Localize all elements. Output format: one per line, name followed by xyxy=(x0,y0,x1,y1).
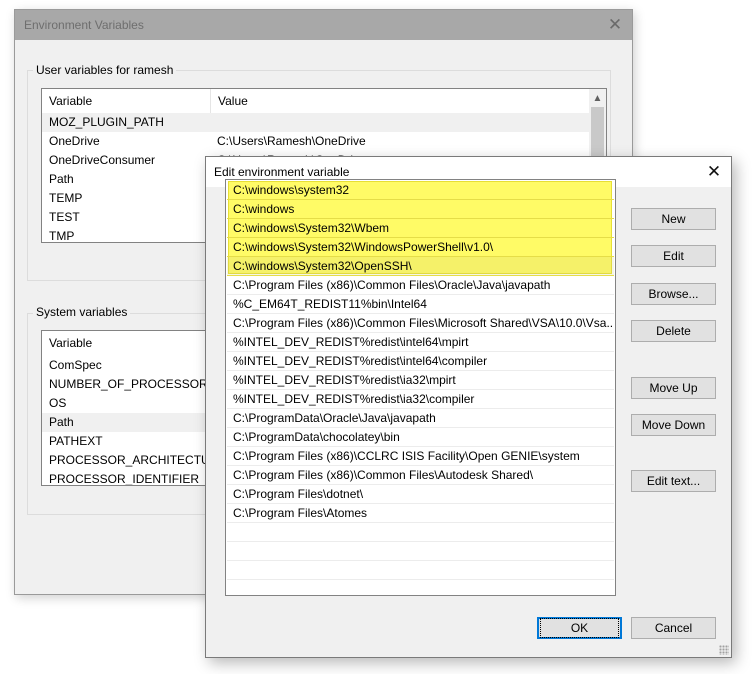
path-entry[interactable]: %INTEL_DEV_REDIST%redist\intel64\compile… xyxy=(227,352,614,371)
edit-environment-variable-dialog: Edit environment variable ✕ C:\windows\s… xyxy=(205,156,732,658)
path-entry[interactable]: C:\windows\System32\WindowsPowerShell\v1… xyxy=(227,238,614,257)
variable-name: NUMBER_OF_PROCESSORS xyxy=(49,377,216,391)
column-variable[interactable]: Variable xyxy=(42,331,209,356)
variable-name: PROCESSOR_IDENTIFIER xyxy=(49,472,200,486)
edit-text-button[interactable]: Edit text... xyxy=(631,470,716,492)
close-icon[interactable]: ✕ xyxy=(705,163,723,181)
path-entry[interactable]: C:\Program Files (x86)\Common Files\Auto… xyxy=(227,466,614,485)
path-entry[interactable]: C:\Program Files\Atomes xyxy=(227,504,614,523)
path-entry[interactable]: C:\windows\System32\Wbem xyxy=(227,219,614,238)
path-entry[interactable]: %INTEL_DEV_REDIST%redist\intel64\mpirt xyxy=(227,333,614,352)
variable-name: TMP xyxy=(49,229,75,243)
system-variables-label: System variables xyxy=(33,305,131,319)
list-header: Variable Value xyxy=(42,89,606,113)
path-entry[interactable]: C:\Program Files (x86)\CCLRC ISIS Facili… xyxy=(227,447,614,466)
title-bar: Environment Variables ✕ xyxy=(15,10,632,40)
column-variable[interactable]: Variable xyxy=(42,89,209,113)
move-down-button[interactable]: Move Down xyxy=(631,414,716,436)
column-value[interactable]: Value xyxy=(210,89,598,113)
variable-name: Path xyxy=(49,172,74,186)
variable-name: PROCESSOR_ARCHITECTURE xyxy=(49,453,227,467)
path-entry[interactable]: C:\windows xyxy=(227,200,614,219)
path-entry[interactable]: C:\Program Files\dotnet\ xyxy=(227,485,614,504)
variable-name: TEST xyxy=(49,210,80,224)
window-title: Environment Variables xyxy=(24,18,144,32)
path-entry[interactable] xyxy=(227,523,614,542)
list-item[interactable]: OneDrive C:\Users\Ramesh\OneDrive xyxy=(42,132,606,151)
path-entry[interactable]: C:\Program Files (x86)\Common Files\Orac… xyxy=(227,276,614,295)
list-item[interactable]: MOZ_PLUGIN_PATH xyxy=(42,113,606,132)
variable-name: ComSpec xyxy=(49,358,102,372)
variable-value: C:\Users\Ramesh\OneDrive xyxy=(217,134,366,148)
path-entry[interactable]: C:\ProgramData\chocolatey\bin xyxy=(227,428,614,447)
path-entry[interactable]: %C_EM64T_REDIST11%bin\Intel64 xyxy=(227,295,614,314)
scroll-up-icon[interactable]: ▲ xyxy=(589,92,606,106)
path-entry[interactable]: C:\ProgramData\Oracle\Java\javapath xyxy=(227,409,614,428)
path-entry[interactable]: C:\Program Files (x86)\Common Files\Micr… xyxy=(227,314,614,333)
resize-grip-icon[interactable] xyxy=(719,645,729,655)
move-up-button[interactable]: Move Up xyxy=(631,377,716,399)
path-entry[interactable] xyxy=(227,542,614,561)
close-icon[interactable]: ✕ xyxy=(606,16,624,34)
browse-button[interactable]: Browse... xyxy=(631,283,716,305)
variable-name: OS xyxy=(49,396,67,410)
path-entry[interactable]: %INTEL_DEV_REDIST%redist\ia32\mpirt xyxy=(227,371,614,390)
variable-name: OneDriveConsumer xyxy=(49,153,156,167)
variable-name: PATHEXT xyxy=(49,434,103,448)
ok-button[interactable]: OK xyxy=(537,617,622,639)
path-entry[interactable] xyxy=(227,561,614,580)
path-list[interactable]: C:\windows\system32 C:\windows C:\windows\… xyxy=(225,179,616,596)
dialog-title: Edit environment variable xyxy=(214,165,350,179)
path-entry[interactable]: C:\windows\system32 xyxy=(227,181,614,200)
ok-label: OK xyxy=(539,618,620,638)
variable-name: MOZ_PLUGIN_PATH xyxy=(49,115,164,129)
variable-name: OneDrive xyxy=(49,134,100,148)
edit-button[interactable]: Edit xyxy=(631,245,716,267)
user-variables-label: User variables for ramesh xyxy=(33,63,177,77)
variable-name: TEMP xyxy=(49,191,83,205)
path-entry[interactable]: C:\windows\System32\OpenSSH\ xyxy=(227,257,614,276)
variable-name: Path xyxy=(49,415,74,429)
new-button[interactable]: New xyxy=(631,208,716,230)
path-entry[interactable]: %INTEL_DEV_REDIST%redist\ia32\compiler xyxy=(227,390,614,409)
delete-button[interactable]: Delete xyxy=(631,320,716,342)
cancel-button[interactable]: Cancel xyxy=(631,617,716,639)
